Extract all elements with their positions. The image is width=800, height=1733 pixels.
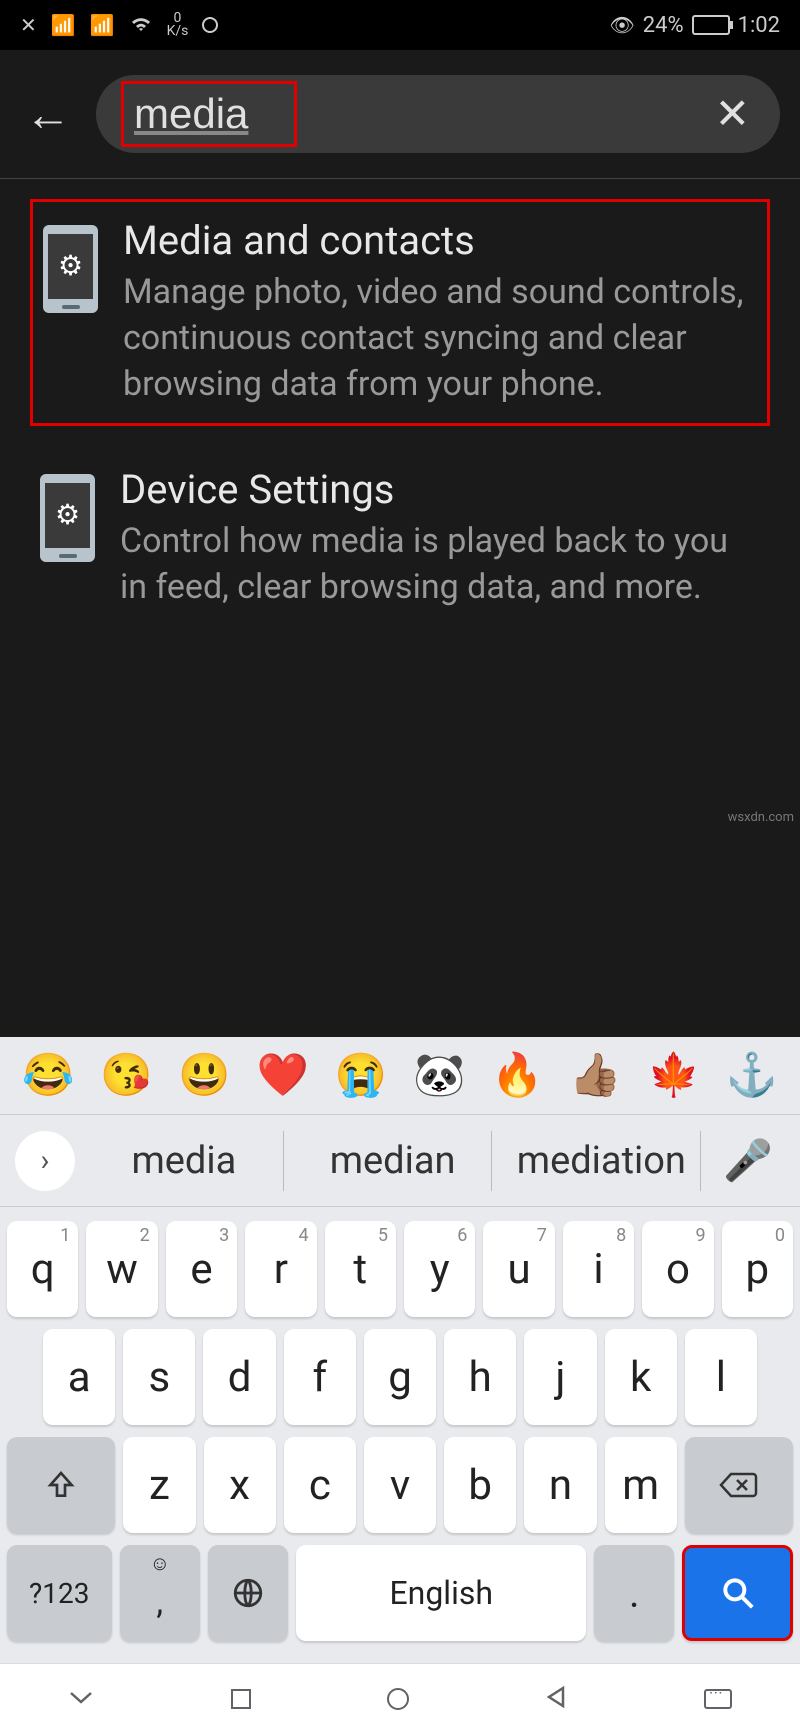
status-left: ✕ 📶 📶 0 K/s: [20, 12, 218, 38]
status-circle-icon: [202, 17, 218, 33]
signal-icon-2: 📶: [90, 13, 115, 37]
key-s[interactable]: s: [123, 1329, 195, 1425]
emoji-fire[interactable]: 🔥: [491, 1051, 543, 1100]
search-field-container[interactable]: ✕: [96, 75, 780, 153]
key-w[interactable]: 2w: [86, 1221, 157, 1317]
data-rate-unit: K/s: [167, 25, 189, 38]
result-title: Media and contacts: [123, 217, 757, 264]
emoji-smile[interactable]: 😃: [178, 1051, 230, 1100]
battery-percent: 24%: [643, 13, 684, 38]
search-results: ⚙ Media and contacts Manage photo, video…: [0, 179, 800, 1037]
result-description: Control how media is played back to you …: [120, 519, 760, 611]
device-settings-icon: ⚙: [43, 225, 98, 313]
watermark: wsxdn.com: [728, 810, 794, 1273]
result-media-and-contacts[interactable]: ⚙ Media and contacts Manage photo, video…: [30, 199, 770, 426]
key-o[interactable]: 9o: [642, 1221, 713, 1317]
key-m[interactable]: m: [605, 1437, 677, 1533]
emoji-joy[interactable]: 😂: [22, 1051, 74, 1100]
emoji-leaf[interactable]: 🍁: [648, 1051, 700, 1100]
key-v[interactable]: v: [364, 1437, 436, 1533]
result-title: Device Settings: [120, 466, 760, 513]
signal-icon-1: 📶: [51, 13, 76, 37]
nav-hide-keyboard[interactable]: [68, 1688, 94, 1710]
key-z[interactable]: z: [123, 1437, 195, 1533]
backspace-key[interactable]: [685, 1437, 793, 1533]
clear-search-button[interactable]: ✕: [710, 89, 755, 139]
key-u[interactable]: 7u: [483, 1221, 554, 1317]
emoji-heart[interactable]: ❤️: [257, 1051, 309, 1100]
key-n[interactable]: n: [524, 1437, 596, 1533]
nav-keyboard-icon[interactable]: [704, 1689, 732, 1709]
key-i[interactable]: 8i: [563, 1221, 634, 1317]
key-k[interactable]: k: [605, 1329, 677, 1425]
comma-key[interactable]: ☺ ,: [120, 1545, 200, 1641]
key-b[interactable]: b: [444, 1437, 516, 1533]
key-f[interactable]: f: [284, 1329, 356, 1425]
nav-home-button[interactable]: [387, 1688, 409, 1710]
data-rate: 0 K/s: [167, 12, 189, 38]
nav-recent-button[interactable]: [231, 1689, 251, 1709]
shift-key[interactable]: [7, 1437, 115, 1533]
navigation-bar: [0, 1663, 800, 1733]
emoji-thumbsup[interactable]: 👍🏽: [569, 1051, 621, 1100]
key-l[interactable]: l: [685, 1329, 757, 1425]
key-x[interactable]: x: [204, 1437, 276, 1533]
symbols-key[interactable]: ?123: [7, 1545, 112, 1641]
key-t[interactable]: 5t: [325, 1221, 396, 1317]
keyboard-suggestions: › media median mediation 🎤: [0, 1115, 800, 1207]
key-r[interactable]: 4r: [245, 1221, 316, 1317]
language-key[interactable]: [208, 1545, 288, 1641]
search-input[interactable]: [134, 90, 284, 138]
status-bar: ✕ 📶 📶 0 K/s 👁 24% 1:02: [0, 0, 800, 50]
suggestion-1[interactable]: media: [85, 1131, 284, 1191]
key-d[interactable]: d: [203, 1329, 275, 1425]
emoji-cry[interactable]: 😭: [335, 1051, 387, 1100]
period-key[interactable]: .: [594, 1545, 674, 1641]
keyboard: 1q2w3e4r5t6y7u8i9o0p asdfghjkl zxcvbnm ?…: [0, 1207, 800, 1663]
nav-back-button[interactable]: [545, 1685, 567, 1713]
key-e[interactable]: 3e: [166, 1221, 237, 1317]
key-j[interactable]: j: [524, 1329, 596, 1425]
emoji-kiss[interactable]: 😘: [100, 1051, 152, 1100]
space-key[interactable]: English: [296, 1545, 586, 1641]
no-sim-icon: ✕: [20, 13, 37, 37]
search-header: ← ✕: [0, 50, 800, 179]
key-h[interactable]: h: [444, 1329, 516, 1425]
key-g[interactable]: g: [364, 1329, 436, 1425]
battery-icon: [692, 15, 730, 35]
clock: 1:02: [738, 13, 780, 38]
emoji-panda[interactable]: 🐼: [413, 1051, 465, 1100]
result-description: Manage photo, video and sound controls, …: [123, 270, 757, 408]
emoji-suggestions: 😂 😘 😃 ❤️ 😭 🐼 🔥 👍🏽 🍁 ⚓: [0, 1037, 800, 1115]
back-button[interactable]: ←: [10, 87, 86, 142]
comma-label: ,: [156, 1582, 163, 1622]
key-a[interactable]: a: [43, 1329, 115, 1425]
suggestion-2[interactable]: median: [294, 1131, 493, 1191]
result-device-settings[interactable]: ⚙ Device Settings Control how media is p…: [30, 451, 770, 626]
key-y[interactable]: 6y: [404, 1221, 475, 1317]
expand-suggestions-button[interactable]: ›: [15, 1131, 75, 1191]
status-right: 👁 24% 1:02: [609, 13, 780, 38]
eye-icon: 👁: [609, 13, 634, 37]
wifi-icon: [129, 13, 153, 38]
key-q[interactable]: 1q: [7, 1221, 78, 1317]
suggestion-3[interactable]: mediation: [502, 1131, 701, 1191]
device-settings-icon: ⚙: [40, 474, 95, 562]
key-c[interactable]: c: [284, 1437, 356, 1533]
search-key[interactable]: [682, 1545, 793, 1641]
